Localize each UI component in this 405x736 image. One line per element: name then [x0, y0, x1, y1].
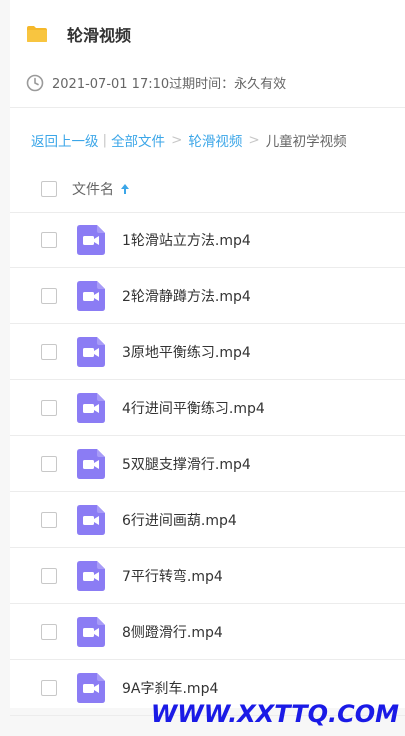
- file-checkbox[interactable]: [41, 455, 57, 472]
- video-file-icon: [77, 672, 105, 703]
- file-row[interactable]: 3原地平衡练习.mp4: [10, 324, 405, 380]
- file-checkbox[interactable]: [41, 567, 57, 584]
- breadcrumb-separator: >: [171, 132, 183, 148]
- video-file-icon: [77, 336, 105, 367]
- file-name[interactable]: 1轮滑站立方法.mp4: [122, 230, 251, 250]
- video-file-icon: [77, 224, 105, 255]
- breadcrumb-separator: |: [102, 132, 108, 148]
- breadcrumb-back-link[interactable]: 返回上一级: [31, 130, 99, 150]
- file-checkbox[interactable]: [41, 511, 57, 528]
- folder-icon: [26, 25, 48, 43]
- file-row[interactable]: 1轮滑站立方法.mp4: [10, 212, 405, 268]
- file-checkbox[interactable]: [41, 623, 57, 640]
- divider: [10, 107, 405, 108]
- video-file-icon: [77, 392, 105, 423]
- file-name[interactable]: 9A字刹车.mp4: [122, 678, 218, 698]
- file-row[interactable]: 6行进间画葫.mp4: [10, 492, 405, 548]
- file-row[interactable]: 7平行转弯.mp4: [10, 548, 405, 604]
- left-margin: [0, 0, 10, 710]
- file-name[interactable]: 3原地平衡练习.mp4: [122, 342, 251, 362]
- video-file-icon: [77, 616, 105, 647]
- file-name[interactable]: 7平行转弯.mp4: [122, 566, 223, 586]
- file-checkbox[interactable]: [41, 287, 57, 304]
- share-page: 轮滑视频 2021-07-01 17:10过期时间：永久有效 返回上一级 | 全…: [0, 0, 405, 736]
- file-checkbox[interactable]: [41, 399, 57, 416]
- file-checkbox[interactable]: [41, 343, 57, 360]
- watermark: WWW.XXTTQ.COM: [150, 700, 399, 728]
- file-list: 1轮滑站立方法.mp4 2轮滑静蹲方法.mp4 3原地平衡练习.mp4 4行进间平衡练…: [10, 212, 405, 716]
- expire-text: 2021-07-01 17:10过期时间：永久有效: [52, 77, 287, 92]
- video-file-icon: [77, 504, 105, 535]
- select-all-checkbox[interactable]: [41, 180, 57, 197]
- file-name[interactable]: 4行进间平衡练习.mp4: [122, 398, 265, 418]
- file-checkbox[interactable]: [41, 231, 57, 248]
- file-list-header: 文件名: [10, 165, 405, 213]
- breadcrumb-all-files-link[interactable]: 全部文件: [111, 130, 165, 150]
- file-name[interactable]: 5双腿支撑滑行.mp4: [122, 454, 251, 474]
- breadcrumb-separator: >: [248, 132, 260, 148]
- file-name[interactable]: 6行进间画葫.mp4: [122, 510, 237, 530]
- video-file-icon: [77, 280, 105, 311]
- file-row[interactable]: 2轮滑静蹲方法.mp4: [10, 268, 405, 324]
- video-file-icon: [77, 448, 105, 479]
- arrow-up-icon[interactable]: [120, 183, 130, 195]
- video-file-icon: [77, 560, 105, 591]
- file-name[interactable]: 8侧蹬滑行.mp4: [122, 622, 223, 642]
- file-checkbox[interactable]: [41, 679, 57, 696]
- expire-info: 2021-07-01 17:10过期时间：永久有效: [26, 73, 286, 92]
- clock-icon: [26, 74, 44, 92]
- column-header-filename[interactable]: 文件名: [72, 179, 130, 199]
- file-row[interactable]: 4行进间平衡练习.mp4: [10, 380, 405, 436]
- breadcrumb-current: 儿童初学视频: [265, 134, 347, 150]
- file-row[interactable]: 8侧蹬滑行.mp4: [10, 604, 405, 660]
- file-name[interactable]: 2轮滑静蹲方法.mp4: [122, 286, 251, 306]
- column-header-label: 文件名: [72, 181, 114, 198]
- breadcrumb-parent-link[interactable]: 轮滑视频: [188, 130, 242, 150]
- breadcrumb: 返回上一级 | 全部文件 > 轮滑视频 > 儿童初学视频: [31, 130, 347, 150]
- file-row[interactable]: 5双腿支撑滑行.mp4: [10, 436, 405, 492]
- share-header: 轮滑视频: [26, 20, 131, 48]
- share-title: 轮滑视频: [67, 26, 132, 45]
